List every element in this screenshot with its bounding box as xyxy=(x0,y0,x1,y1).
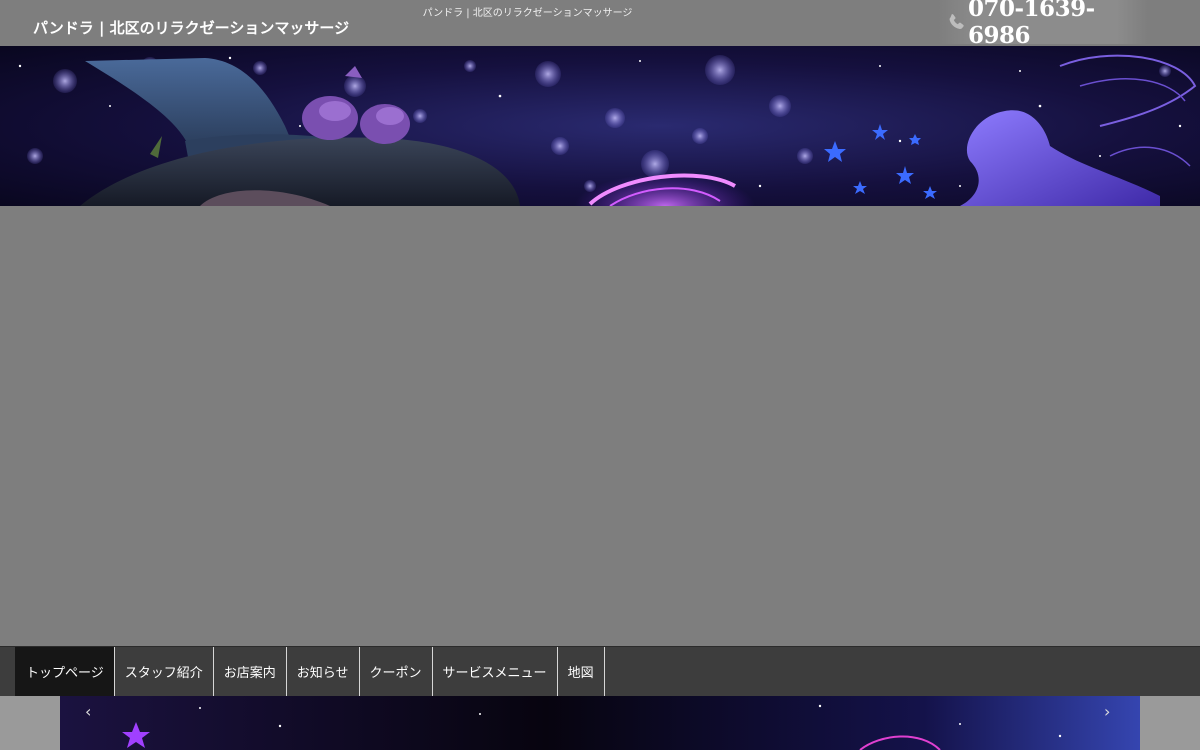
phone-icon xyxy=(949,14,964,29)
nav-item-staff[interactable]: スタッフ紹介 xyxy=(113,647,213,696)
nav-item-service-menu[interactable]: サービスメニュー xyxy=(431,647,557,696)
site-title-link[interactable]: パンドラ | 北区のリラクゼーションマッサージ xyxy=(33,17,349,38)
nav-item-coupon[interactable]: クーポン xyxy=(358,647,432,696)
slide-image xyxy=(60,696,1140,750)
nav-item-shop-info[interactable]: お店案内 xyxy=(212,647,286,696)
nav-item-news[interactable]: お知らせ xyxy=(285,647,359,696)
slide-artwork xyxy=(60,696,1140,750)
hero-banner xyxy=(0,46,1200,206)
nav-item-map[interactable]: 地図 xyxy=(556,647,605,696)
phone-link[interactable]: 070-1639-6986 xyxy=(938,0,1148,49)
phone-number[interactable]: 070-1639-6986 xyxy=(968,0,1148,49)
hero-banner-image xyxy=(0,46,1200,206)
slider-next-button[interactable]: › xyxy=(1104,702,1110,721)
slider-prev-button[interactable]: ‹ xyxy=(85,702,91,721)
site-header: パンドラ | 北区のリラクゼーションマッサージ パンドラ | 北区のリラクゼーシ… xyxy=(0,0,1200,49)
global-nav: トップページ スタッフ紹介 お店案内 お知らせ クーポン サービスメニュー 地図 xyxy=(0,646,1200,696)
nav-item-top[interactable]: トップページ xyxy=(15,647,114,696)
image-slider: ‹ › xyxy=(0,696,1200,750)
